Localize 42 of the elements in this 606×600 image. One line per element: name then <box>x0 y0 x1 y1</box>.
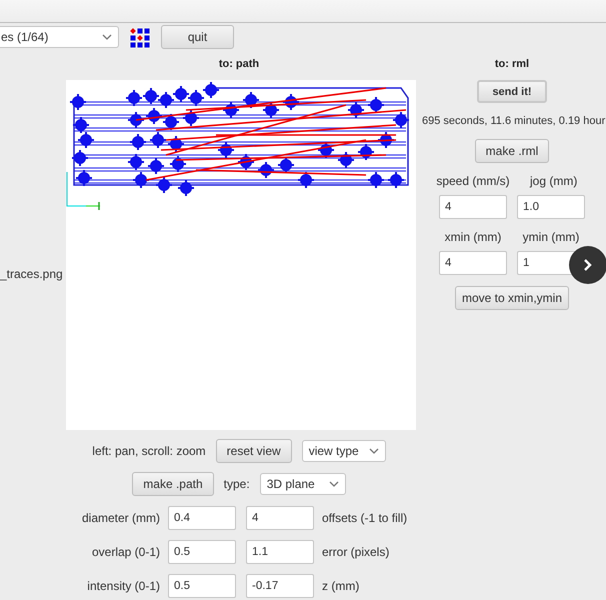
caret-icon <box>368 448 379 454</box>
file-select[interactable]: es (1/64) <box>0 26 119 48</box>
input-field[interactable]: 4 <box>246 506 314 530</box>
input-field[interactable]: 0.5 <box>168 574 236 598</box>
make-rml-button[interactable]: make .rml <box>474 139 550 163</box>
field-label: speed (mm/s) <box>436 174 510 188</box>
field-label: overlap (0-1) <box>90 545 160 559</box>
quit-button[interactable]: quit <box>161 25 234 49</box>
input-field[interactable]: -0.17 <box>246 574 314 598</box>
send-button[interactable]: send it! <box>477 80 547 103</box>
time-estimate: 695 seconds, 11.6 minutes, 0.19 hour <box>422 114 606 128</box>
reset-view-button[interactable]: reset view <box>216 439 292 463</box>
section-heading: to: path <box>218 57 260 72</box>
type-label: type: <box>224 477 250 491</box>
type-select[interactable]: 3D plane <box>260 473 346 495</box>
field-label: intensity (0-1) <box>86 579 160 593</box>
caret-icon <box>102 34 112 40</box>
next-arrow-overlay[interactable] <box>569 246 606 284</box>
move-button[interactable]: move to xmin,ymin <box>454 286 570 310</box>
field-label: ymin (mm) <box>522 230 580 244</box>
chevron-icon <box>582 258 594 272</box>
view-type-select[interactable]: view type <box>302 440 386 462</box>
field-label: xmin (mm) <box>444 230 502 244</box>
input-field[interactable]: 4 <box>439 251 507 275</box>
input-field[interactable]: 0.4 <box>168 506 236 530</box>
field-label: z (mm) <box>322 579 360 593</box>
field-label: error (pixels) <box>322 545 390 559</box>
field-label: jog (mm) <box>528 174 578 188</box>
input-field[interactable]: 0.5 <box>168 540 236 564</box>
input-field[interactable]: 1.0 <box>517 195 585 219</box>
field-label: diameter (mm) <box>80 511 160 525</box>
make-path-button[interactable]: make .path <box>132 472 214 496</box>
file-name: _traces.png <box>0 267 63 281</box>
input-field[interactable]: 1.1 <box>246 540 314 564</box>
logo-icon <box>129 26 150 48</box>
caret-icon <box>328 481 339 487</box>
section-heading: to: rml <box>494 57 530 72</box>
input-field[interactable]: 4 <box>439 195 507 219</box>
preview-canvas[interactable] <box>66 80 416 430</box>
field-label: offsets (-1 to fill) <box>322 511 408 525</box>
view-hint: left: pan, scroll: zoom <box>92 444 206 458</box>
axes-drawing <box>66 172 100 210</box>
